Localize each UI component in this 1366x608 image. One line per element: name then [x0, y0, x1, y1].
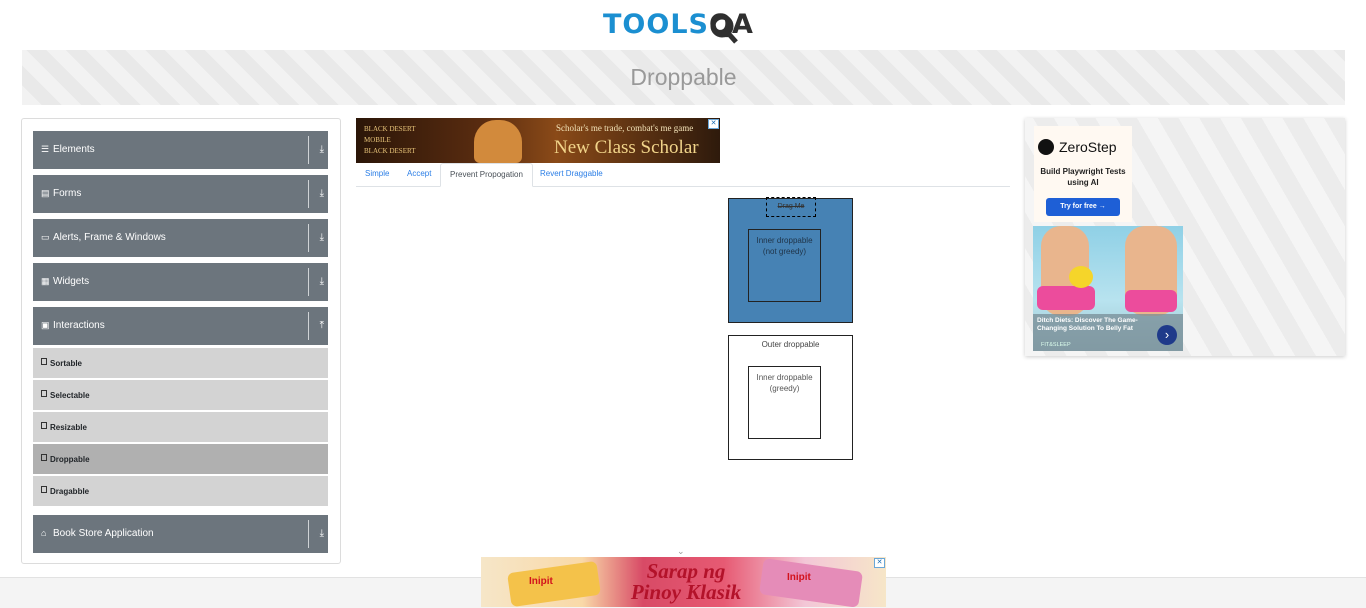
ad-tagline: Scholar's me trade, combat's me game: [556, 123, 694, 133]
sidebar: ☰ Elements ⤓ ▤ Forms ⤓ ▭ Alerts, Frame &…: [21, 118, 341, 564]
divider: [308, 268, 309, 296]
ad-character-image: [474, 120, 522, 163]
tab-revert-draggable[interactable]: Revert Draggable: [531, 163, 612, 185]
bank-icon: ⌂: [41, 528, 47, 538]
ad-close-icon[interactable]: ✕: [874, 558, 885, 568]
sidebar-item-resizable[interactable]: Resizable: [33, 412, 328, 442]
window-icon: ▭: [41, 232, 50, 242]
grid-icon: ▦: [41, 276, 50, 286]
ad-zerostep-name: ZeroStep: [1059, 139, 1117, 155]
divider: [308, 224, 309, 252]
ad-product-image: [507, 560, 601, 607]
ad-slogan: Sarap ng Pinoy Klasik: [630, 559, 742, 604]
document-icon: [41, 390, 47, 397]
page-banner: Droppable: [22, 50, 1345, 105]
sidebar-item-dragabble[interactable]: Dragabble: [33, 476, 328, 506]
ad-headline: New Class Scholar: [554, 137, 699, 158]
ad-image: [1125, 290, 1177, 312]
ad-brand-line: MOBILE: [364, 136, 391, 144]
chevron-down-icon[interactable]: ⌄: [677, 546, 685, 557]
ad-image: [1069, 266, 1093, 288]
sidebar-item-label: Dragabble: [50, 487, 90, 496]
ad-brand-line: BLACK DESERT: [364, 147, 416, 155]
ad-zerostep-tagline: Build Playwright Tests using AI: [1040, 167, 1126, 187]
cursor-box-icon: ▣: [41, 320, 50, 330]
divider: [308, 312, 309, 340]
upload-arrow-icon: ⤒: [319, 320, 324, 331]
document-icon: [41, 422, 47, 429]
sidebar-item-label: Selectable: [50, 391, 90, 400]
sidebar-group-forms[interactable]: ▤ Forms ⤓: [33, 175, 328, 213]
ad-brand-line: BLACK DESERT: [364, 125, 416, 133]
tab-prevent-propogation[interactable]: Prevent Propogation: [440, 163, 533, 187]
ad-fitness-source: FIT&SLEEP: [1041, 342, 1071, 348]
ad-brand: Inipit: [787, 572, 811, 583]
ad-banner-top[interactable]: BLACK DESERT MOBILE BLACK DESERT Scholar…: [356, 118, 720, 163]
sidebar-group-widgets[interactable]: ▦ Widgets ⤓: [33, 263, 328, 301]
sidebar-group-label: Widgets: [53, 276, 90, 287]
ad-fitness-caption: Ditch Diets: Discover The Game-Changing …: [1037, 317, 1138, 332]
ad-brand: Inipit: [529, 576, 553, 587]
divider: [308, 136, 309, 164]
sidebar-group-book-store[interactable]: ⌂ Book Store Application ⤓: [33, 515, 328, 553]
download-arrow-icon: ⤓: [319, 276, 324, 287]
tab-accept[interactable]: Accept: [398, 163, 440, 185]
toolsqa-logo[interactable]: TOOLS QA: [603, 8, 768, 46]
document-icon: [41, 358, 47, 365]
tab-simple[interactable]: Simple: [356, 163, 398, 185]
page-title: Droppable: [630, 64, 737, 90]
sidebar-group-interactions[interactable]: ▣ Interactions ⤒: [33, 307, 328, 345]
drag-box[interactable]: Drag Me: [766, 197, 816, 217]
sidebar-group-label: Book Store Application: [53, 528, 154, 539]
ad-close-icon[interactable]: ✕: [708, 119, 719, 129]
download-arrow-icon: ⤓: [319, 188, 324, 199]
document-icon: ▤: [41, 188, 50, 198]
sidebar-item-droppable[interactable]: Droppable: [33, 444, 328, 474]
sidebar-group-label: Forms: [53, 188, 82, 199]
inner-droppable-greedy[interactable]: Inner droppable (greedy): [748, 366, 821, 439]
outer-droppable-label: Outer droppable: [761, 340, 820, 349]
download-arrow-icon: ⤓: [319, 528, 324, 539]
sidebar-group-alerts-frame-windows[interactable]: ▭ Alerts, Frame & Windows ⤓: [33, 219, 328, 257]
sidebar-item-sortable[interactable]: Sortable: [33, 348, 328, 378]
download-arrow-icon: ⤓: [319, 144, 324, 155]
droppable-tabs: Simple Accept Prevent Propogation Revert…: [356, 163, 1010, 187]
ad-fitness[interactable]: Ditch Diets: Discover The Game-Changing …: [1033, 226, 1183, 351]
sidebar-group-elements[interactable]: ☰ Elements ⤓: [33, 131, 328, 169]
document-icon: [41, 454, 47, 461]
sidebar-item-label: Resizable: [50, 423, 87, 432]
zerostep-logo-icon: [1038, 139, 1054, 155]
logo-text: TOOLS: [603, 9, 709, 40]
magnifier-gear-icon: [710, 14, 738, 44]
document-icon: [41, 486, 47, 493]
sidebar-item-label: Droppable: [50, 455, 90, 464]
divider: [308, 180, 309, 208]
ad-image: [1037, 286, 1095, 310]
ad-product-image: [758, 558, 864, 607]
sidebar-group-label: Interactions: [53, 320, 105, 331]
ad-zerostep[interactable]: ZeroStep Build Playwright Tests using AI…: [1034, 126, 1132, 222]
download-arrow-icon: ⤓: [319, 232, 324, 243]
ad-try-free-button[interactable]: Try for free →: [1046, 198, 1120, 216]
list-icon: ☰: [41, 144, 50, 154]
ad-banner-bottom[interactable]: Inipit Inipit Sarap ng Pinoy Klasik ✕: [481, 557, 886, 607]
sidebar-item-label: Sortable: [50, 359, 83, 368]
inner-droppable-not-greedy[interactable]: Inner droppable (not greedy): [748, 229, 821, 302]
chevron-right-icon[interactable]: ›: [1157, 325, 1177, 345]
sidebar-item-selectable[interactable]: Selectable: [33, 380, 328, 410]
divider: [308, 520, 309, 548]
sidebar-group-label: Alerts, Frame & Windows: [53, 232, 166, 243]
sidebar-group-label: Elements: [53, 144, 95, 155]
ad-brand: BLACK DESERT MOBILE BLACK DESERT: [364, 124, 416, 157]
